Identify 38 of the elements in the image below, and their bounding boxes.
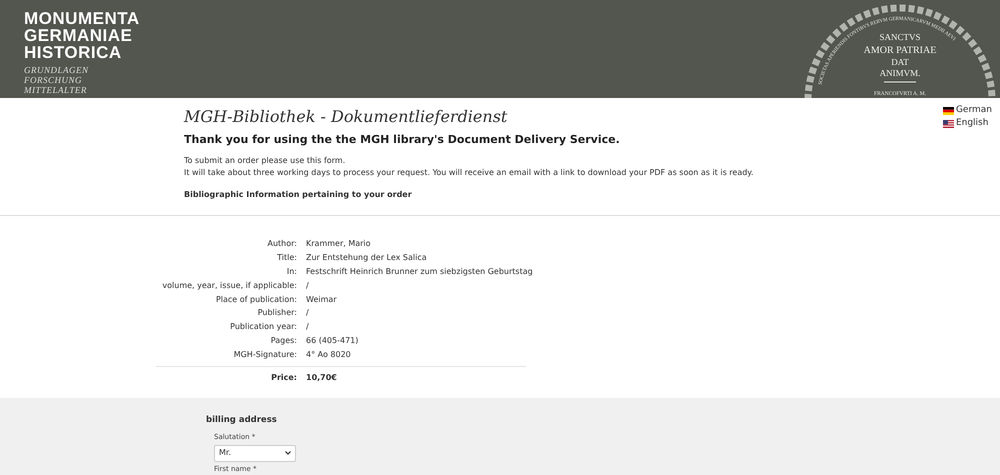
detail-value: Weimar bbox=[306, 294, 337, 306]
logo-text: GERMANIAE bbox=[24, 27, 134, 44]
price-value: 10,70€ bbox=[306, 372, 337, 384]
detail-label: Pages: bbox=[270, 334, 298, 347]
detail-label: MGH-Signature: bbox=[232, 348, 298, 361]
page-title: MGH-Bibliothek - Dokumentlieferdienst bbox=[184, 106, 508, 128]
detail-label: Publisher: bbox=[256, 307, 298, 320]
tagline-text: GRUNDLAGEN bbox=[24, 65, 90, 75]
detail-label: Place of publication: bbox=[214, 294, 298, 306]
price-label: Price: bbox=[270, 372, 298, 384]
detail-value: Krammer, Mario bbox=[306, 238, 371, 250]
intro-text: To submit an order please use this form. bbox=[184, 154, 346, 166]
germany-flag-icon bbox=[942, 106, 954, 114]
language-link[interactable]: English bbox=[942, 118, 992, 129]
tagline-text: FORSCHUNG bbox=[24, 75, 83, 85]
salutation-select[interactable]: Mr. bbox=[214, 444, 296, 462]
detail-value: / bbox=[306, 280, 309, 292]
detail-value: Festschrift Heinrich Brunner zum siebzigsten Geburtstag bbox=[306, 266, 533, 278]
detail-label: In: bbox=[286, 266, 298, 278]
chevron-down-icon bbox=[285, 451, 291, 456]
detail-label: Author: bbox=[266, 238, 298, 250]
intro-text: It will take about three working days to process your request. You will receive an email with a link to download your PDF as soon as it is ready. bbox=[184, 166, 754, 178]
detail-value: 66 (405-471) bbox=[306, 334, 358, 347]
detail-value: / bbox=[306, 321, 309, 334]
detail-value: / bbox=[306, 307, 309, 320]
detail-label: volume, year, issue, if applicable: bbox=[161, 280, 298, 292]
detail-label: Publication year: bbox=[229, 321, 298, 334]
language-link[interactable]: German bbox=[942, 105, 992, 116]
tagline-text: MITTELALTER bbox=[24, 85, 88, 95]
us-flag-icon bbox=[942, 120, 954, 128]
detail-value: 4° Ao 8020 bbox=[306, 348, 351, 361]
intro-heading: Thank you for using the the MGH library's Document Delivery Service. bbox=[184, 132, 620, 148]
section-heading: Bibliographic Information pertaining to your order bbox=[184, 188, 412, 200]
detail-label: Title: bbox=[276, 252, 298, 264]
billing-heading: billing address bbox=[206, 414, 278, 426]
logo-text: MONUMENTA bbox=[24, 10, 140, 27]
detail-value: Zur Entstehung der Lex Salica bbox=[306, 252, 427, 264]
logo-text: HISTORICA bbox=[24, 44, 123, 61]
